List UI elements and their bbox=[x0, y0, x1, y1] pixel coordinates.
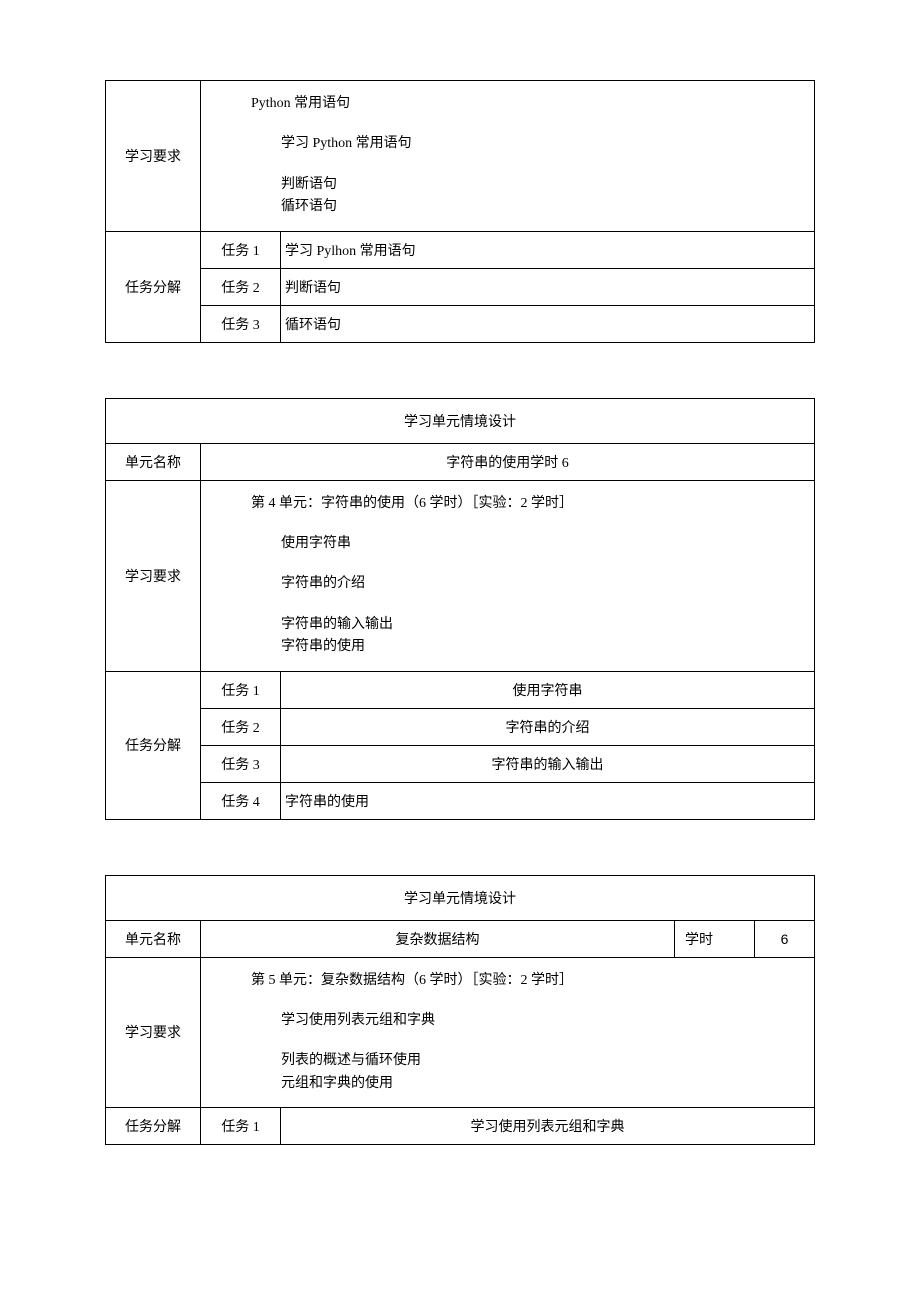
task-decompose-label: 任务分解 bbox=[106, 671, 201, 819]
requirements-label: 学习要求 bbox=[106, 81, 201, 232]
req-item: 循环语句 bbox=[211, 196, 804, 218]
req-item: 学习使用列表元组和字典 bbox=[211, 1010, 804, 1032]
task-number: 任务 2 bbox=[201, 708, 281, 745]
task-number: 任务 1 bbox=[201, 1108, 281, 1145]
unit-name-value: 复杂数据结构 bbox=[201, 920, 675, 957]
task-description: 字符串的输入输出 bbox=[281, 745, 815, 782]
task-number: 任务 4 bbox=[201, 782, 281, 819]
req-item: 字符串的使用 bbox=[211, 636, 804, 658]
task-number: 任务 1 bbox=[201, 231, 281, 268]
task-number: 任务 3 bbox=[201, 745, 281, 782]
task-number: 任务 2 bbox=[201, 268, 281, 305]
req-item: 判断语句 bbox=[211, 174, 804, 196]
req-title: Python 常用语句 bbox=[211, 93, 804, 115]
requirements-content: Python 常用语句 学习 Python 常用语句 判断语句 循环语句 bbox=[201, 81, 815, 232]
req-title: 第 4 单元：字符串的使用（6 学时）［实验：2 学时］ bbox=[211, 493, 804, 515]
task-description: 循环语句 bbox=[281, 305, 815, 342]
unit-name-value: 字符串的使用学时 6 bbox=[201, 443, 815, 480]
task-number: 任务 3 bbox=[201, 305, 281, 342]
unit-table-2: 学习单元情境设计 单元名称 字符串的使用学时 6 学习要求 第 4 单元：字符串… bbox=[105, 398, 815, 820]
hours-label: 学时 bbox=[675, 920, 755, 957]
hours-value: 6 bbox=[755, 920, 815, 957]
task-decompose-label: 任务分解 bbox=[106, 1108, 201, 1145]
req-title: 第 5 单元：复杂数据结构（6 学时）［实验：2 学时］ bbox=[211, 970, 804, 992]
unit-table-3: 学习单元情境设计 单元名称 复杂数据结构 学时 6 学习要求 第 5 单元：复杂… bbox=[105, 875, 815, 1146]
unit-name-label: 单元名称 bbox=[106, 443, 201, 480]
context-design-header: 学习单元情境设计 bbox=[106, 875, 815, 920]
task-description: 学习 Pylhon 常用语句 bbox=[281, 231, 815, 268]
task-description: 字符串的介绍 bbox=[281, 708, 815, 745]
task-description: 使用字符串 bbox=[281, 671, 815, 708]
context-design-header: 学习单元情境设计 bbox=[106, 398, 815, 443]
task-decompose-label: 任务分解 bbox=[106, 231, 201, 342]
task-description: 字符串的使用 bbox=[281, 782, 815, 819]
requirements-content: 第 5 单元：复杂数据结构（6 学时）［实验：2 学时］ 学习使用列表元组和字典… bbox=[201, 957, 815, 1108]
unit-name-label: 单元名称 bbox=[106, 920, 201, 957]
req-item: 使用字符串 bbox=[211, 533, 804, 555]
task-description: 学习使用列表元组和字典 bbox=[281, 1108, 815, 1145]
req-item: 列表的概述与循环使用 bbox=[211, 1050, 804, 1072]
requirements-label: 学习要求 bbox=[106, 480, 201, 671]
req-item: 字符串的介绍 bbox=[211, 573, 804, 595]
task-number: 任务 1 bbox=[201, 671, 281, 708]
req-item: 字符串的输入输出 bbox=[211, 614, 804, 636]
req-item: 学习 Python 常用语句 bbox=[211, 133, 804, 155]
unit-table-1: 学习要求 Python 常用语句 学习 Python 常用语句 判断语句 循环语… bbox=[105, 80, 815, 343]
requirements-content: 第 4 单元：字符串的使用（6 学时）［实验：2 学时］ 使用字符串 字符串的介… bbox=[201, 480, 815, 671]
req-item: 元组和字典的使用 bbox=[211, 1073, 804, 1095]
requirements-label: 学习要求 bbox=[106, 957, 201, 1108]
task-description: 判断语句 bbox=[281, 268, 815, 305]
